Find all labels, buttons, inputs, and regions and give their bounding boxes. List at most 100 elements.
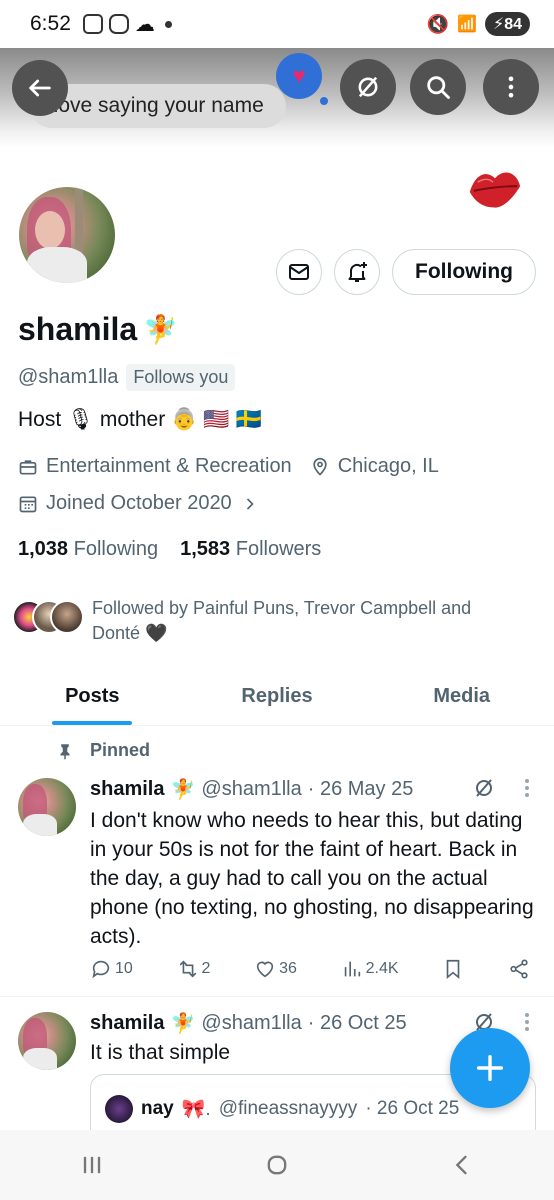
search-icon (427, 76, 450, 99)
tab-posts[interactable]: Posts (0, 668, 185, 725)
compose-button[interactable] (450, 1028, 530, 1108)
avatar-shirt (23, 814, 57, 836)
avatar-shirt (23, 1048, 57, 1070)
post-avatar[interactable] (18, 1012, 76, 1070)
block-button[interactable] (340, 59, 396, 115)
follows-you-badge: Follows you (126, 364, 236, 391)
bio-host: Host (18, 408, 62, 431)
category-text: Entertainment & Recreation (46, 455, 292, 477)
pin-icon (60, 743, 70, 759)
fairy-emoji: 🧚 (143, 314, 179, 345)
grandma-emoji: 👵 (171, 408, 198, 431)
battery-indicator: ⚡84 (484, 12, 530, 36)
location-text: Chicago, IL (337, 455, 439, 477)
quote-date: · 26 Oct 25 (365, 1098, 460, 1119)
more-vertical-icon (508, 76, 514, 98)
grok-icon (358, 76, 378, 98)
view-count: 2.4K (365, 960, 399, 977)
handle-row: @sham1lla Follows you (18, 364, 236, 391)
post-avatar[interactable] (18, 778, 76, 836)
bow-emoji: 🎀. (181, 1099, 211, 1120)
following-count-link[interactable]: 1,038 Following (18, 538, 158, 561)
post-author-name[interactable]: shamila (90, 778, 164, 801)
post-header: shamila 🧚 @sham1lla · 26 Oct 25 (90, 1011, 407, 1036)
notifications-button[interactable] (334, 249, 380, 295)
chevron-right-icon (246, 497, 254, 510)
tab-replies[interactable]: Replies (185, 668, 370, 725)
post-author-handle: @sham1lla (201, 778, 302, 800)
post-author-name[interactable]: shamila (90, 1012, 164, 1035)
following-count: 1,038 (18, 538, 69, 560)
like-count: 36 (279, 960, 297, 977)
calendar-icon (19, 496, 37, 512)
more-options-button[interactable] (483, 59, 539, 115)
battery-level: 84 (504, 16, 522, 33)
followers-count-link[interactable]: 1,583 Followers (180, 538, 321, 561)
meta-row-category: Entertainment & Recreation Chicago, IL (18, 455, 439, 478)
repost-icon (179, 960, 196, 978)
system-nav-bar (0, 1130, 554, 1200)
status-time: 6:52 (30, 12, 71, 35)
wifi-icon: 📶 (457, 16, 477, 33)
home-icon[interactable] (263, 1151, 291, 1179)
pinned-text: Pinned (90, 740, 151, 760)
views-button[interactable]: 2.4K (341, 958, 399, 980)
recent-apps-icon[interactable] (78, 1151, 106, 1179)
more-vertical-icon[interactable] (524, 1012, 530, 1032)
post-date: · 26 May 25 (307, 778, 414, 800)
bio-mother: mother (99, 408, 166, 431)
grok-icon[interactable] (472, 776, 496, 800)
followers-you-know-avatars (12, 596, 84, 636)
repost-count: 2 (201, 960, 211, 977)
post-author-handle: @sham1lla (201, 1012, 302, 1034)
followers-label: Followers (235, 538, 322, 560)
quote-avatar (105, 1095, 133, 1123)
back-button[interactable] (12, 60, 68, 116)
profile-avatar[interactable] (16, 184, 118, 286)
mail-icon (289, 264, 309, 280)
fairy-emoji: 🧚 (170, 1013, 196, 1035)
followed-by[interactable]: Followed by Painful Puns, Trevor Campbel… (12, 596, 522, 646)
pinned-label: Pinned (56, 740, 150, 761)
following-button[interactable]: Following (392, 249, 536, 295)
followers-count: 1,583 (180, 538, 231, 560)
bookmark-button[interactable] (442, 958, 464, 980)
share-button[interactable] (508, 958, 530, 980)
fairy-emoji: 🧚 (170, 779, 196, 801)
reply-button[interactable]: 10 (90, 958, 133, 980)
like-button[interactable]: 36 (254, 958, 297, 980)
microphone-emoji: 🎙 (67, 408, 94, 431)
search-button[interactable] (410, 59, 466, 115)
note-text: I love saying your name (42, 94, 264, 117)
heart-badge[interactable]: ♥ (276, 53, 328, 105)
sweden-flag-emoji: 🇸🇪 (235, 408, 262, 431)
reply-count: 10 (115, 960, 133, 977)
dot-icon (164, 20, 172, 28)
screenshot-icon (82, 14, 103, 34)
mini-avatar (50, 600, 84, 634)
instagram-icon (108, 14, 129, 34)
more-vertical-icon[interactable] (524, 778, 530, 798)
tab-media[interactable]: Media (369, 668, 554, 725)
display-name-text: shamila (18, 311, 138, 347)
post-actions: 10 2 36 2.4K (90, 958, 530, 980)
arrow-left-icon (29, 79, 51, 97)
repost-button[interactable]: 2 (177, 958, 211, 980)
lips-icon (469, 172, 521, 208)
avatar-face (35, 211, 65, 249)
meta-row-joined[interactable]: Joined October 2020 (18, 492, 260, 515)
location-pin-icon (313, 457, 327, 476)
notification-icons: ☁ (82, 12, 172, 37)
display-name: shamila 🧚 (18, 311, 178, 348)
mute-icon: 🔇 (426, 13, 450, 34)
share-icon (510, 959, 528, 979)
message-button[interactable] (276, 249, 322, 295)
note-bubble[interactable]: I love saying your name (30, 84, 286, 128)
post-top-icons (472, 776, 530, 800)
bookmark-icon (446, 959, 460, 980)
follow-counts: 1,038 Following 1,583 Followers (18, 538, 321, 561)
us-flag-emoji: 🇺🇸 (203, 408, 230, 431)
plus-icon (476, 1054, 504, 1082)
back-nav-icon[interactable] (448, 1151, 476, 1179)
heart-icon: ♥ (292, 63, 306, 88)
